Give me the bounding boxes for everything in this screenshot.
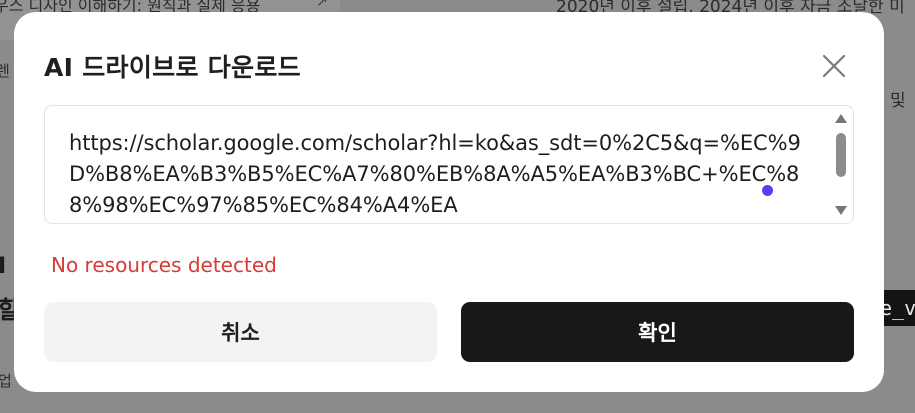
background-text: 렌 [0,62,10,80]
scrollbar-thumb[interactable] [836,133,846,177]
cursor-indicator [762,185,773,196]
background-text: 및 [890,91,906,111]
scroll-down-arrow-icon[interactable] [835,206,847,215]
background-heading: I [0,254,7,279]
url-textarea[interactable]: https://scholar.google.com/scholar?hl=ko… [44,105,854,224]
external-link-icon: ↗ [316,0,328,10]
scrollbar[interactable] [829,106,853,223]
download-dialog: AI 드라이브로 다운로드 https://scholar.google.com… [14,12,884,392]
background-text: 업 [0,372,12,390]
cancel-button[interactable]: 취소 [44,302,437,362]
close-button[interactable] [818,50,850,82]
scroll-up-arrow-icon[interactable] [835,114,847,123]
close-icon [822,54,846,78]
error-message: No resources detected [51,253,277,277]
confirm-button[interactable]: 확인 [461,302,854,362]
dialog-title: AI 드라이브로 다운로드 [44,53,301,82]
url-input-value[interactable]: https://scholar.google.com/scholar?hl=ko… [69,128,809,221]
